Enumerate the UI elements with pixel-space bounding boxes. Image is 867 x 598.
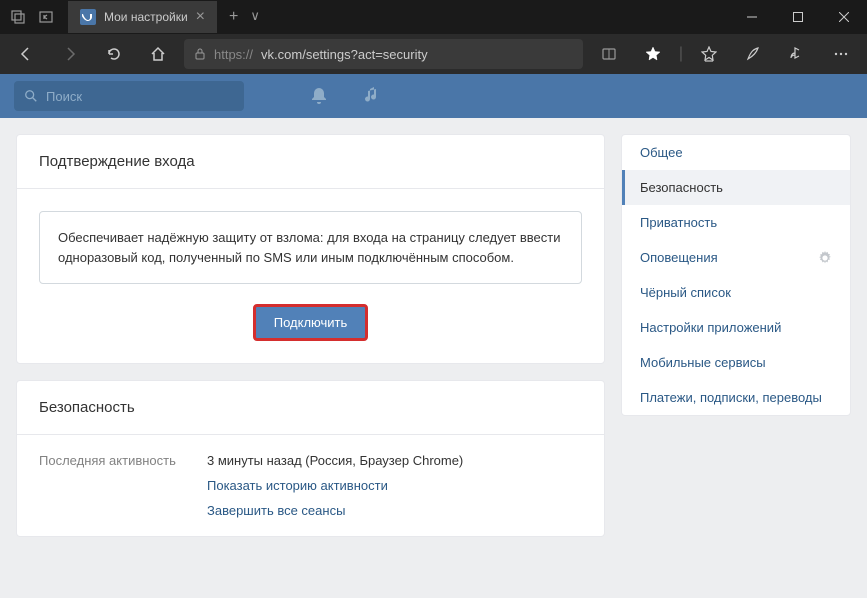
browser-toolbar: https://vk.com/settings?act=security | [0, 34, 867, 74]
more-menu-icon[interactable] [823, 36, 859, 72]
browser-tab[interactable]: Мои настройки × [68, 1, 217, 33]
tab-title: Мои настройки [104, 10, 188, 24]
home-button[interactable] [140, 36, 176, 72]
back-button[interactable] [8, 36, 44, 72]
set-aside-icon[interactable] [38, 9, 54, 25]
address-bar[interactable]: https:// vk.com/settings?act=security [184, 39, 583, 69]
sidebar-item-label: Общее [640, 145, 683, 160]
sidebar-item-label: Приватность [640, 215, 717, 230]
sidebar-item-apps[interactable]: Настройки приложений [622, 310, 850, 345]
show-activity-history-link[interactable]: Показать историю активности [207, 478, 463, 493]
settings-sidebar: Общее Безопасность Приватность Оповещени… [621, 134, 851, 416]
security-card: Безопасность Последняя активность 3 мину… [16, 380, 605, 537]
search-icon [24, 89, 38, 103]
tab-dropdown-icon[interactable]: ∨ [250, 8, 260, 26]
tab-close-icon[interactable]: × [196, 8, 205, 26]
vk-favicon [80, 9, 96, 25]
sidebar-item-label: Настройки приложений [640, 320, 781, 335]
sidebar-item-label: Мобильные сервисы [640, 355, 766, 370]
favorite-star-icon[interactable] [635, 36, 671, 72]
sidebar-item-label: Чёрный список [640, 285, 731, 300]
sidebar-item-payments[interactable]: Платежи, подписки, переводы [622, 380, 850, 415]
security-title: Безопасность [17, 381, 604, 435]
sidebar-item-label: Безопасность [640, 180, 723, 195]
forward-button[interactable] [52, 36, 88, 72]
sidebar-item-privacy[interactable]: Приватность [622, 205, 850, 240]
vk-header: Поиск [0, 74, 867, 118]
last-activity-value: 3 минуты назад (Россия, Браузер Chrome) [207, 453, 463, 468]
sidebar-item-mobile[interactable]: Мобильные сервисы [622, 345, 850, 380]
sidebar-item-security[interactable]: Безопасность [622, 170, 850, 205]
favorites-hub-icon[interactable] [691, 36, 727, 72]
reading-view-icon[interactable] [591, 36, 627, 72]
gear-icon[interactable] [818, 251, 832, 265]
two-factor-title: Подтверждение входа [17, 135, 604, 189]
notes-icon[interactable] [735, 36, 771, 72]
share-icon[interactable] [779, 36, 815, 72]
two-factor-card: Подтверждение входа Обеспечивает надёжну… [16, 134, 605, 364]
sidebar-item-label: Оповещения [640, 250, 718, 265]
music-icon[interactable] [363, 86, 383, 106]
url-protocol: https:// [214, 47, 253, 62]
search-placeholder: Поиск [46, 89, 82, 104]
vk-search-box[interactable]: Поиск [14, 81, 244, 111]
browser-titlebar: Мои настройки × + ∨ [0, 0, 867, 34]
last-activity-label: Последняя активность [39, 453, 189, 518]
close-window-button[interactable] [821, 0, 867, 34]
sidebar-item-notifications[interactable]: Оповещения [622, 240, 850, 275]
end-all-sessions-link[interactable]: Завершить все сеансы [207, 503, 463, 518]
lock-icon [194, 48, 206, 60]
sidebar-item-label: Платежи, подписки, переводы [640, 390, 822, 405]
vk-content: Подтверждение входа Обеспечивает надёжну… [0, 118, 867, 553]
new-tab-button[interactable]: + [229, 8, 238, 26]
minimize-button[interactable] [729, 0, 775, 34]
enable-2fa-button[interactable]: Подключить [253, 304, 369, 341]
sidebar-item-general[interactable]: Общее [622, 135, 850, 170]
maximize-button[interactable] [775, 0, 821, 34]
notifications-bell-icon[interactable] [309, 86, 329, 106]
url-text: vk.com/settings?act=security [261, 47, 428, 62]
refresh-button[interactable] [96, 36, 132, 72]
tabs-overview-icon[interactable] [10, 9, 26, 25]
two-factor-description: Обеспечивает надёжную защиту от взлома: … [39, 211, 582, 284]
sidebar-item-blocklist[interactable]: Чёрный список [622, 275, 850, 310]
